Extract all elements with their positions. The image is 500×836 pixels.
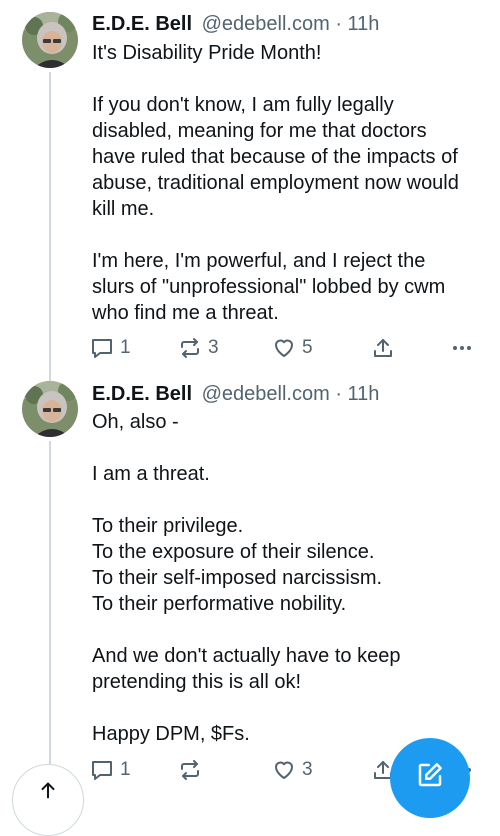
thread-connector-line — [49, 72, 51, 384]
arrow-up-icon — [37, 779, 59, 806]
text-line: slurs of "unprofessional" lobbed by cwm — [92, 276, 446, 298]
text-line: who find me a threat. — [92, 302, 279, 324]
heart-icon — [272, 758, 296, 782]
text-line: I'm here, I'm powerful, and I reject the — [92, 250, 426, 272]
post-paragraph: Oh, also - — [92, 409, 492, 435]
thread-post[interactable]: E.D.E. Bell @edebell.com · 11h It's Disa… — [0, 0, 500, 384]
post-actions: 1 3 5 — [90, 334, 490, 362]
like-count: 5 — [302, 337, 313, 358]
post-paragraph: It's Disability Pride Month! — [92, 40, 492, 66]
text-line: It's Disability Pride Month! — [92, 42, 322, 64]
post-paragraph: I'm here, I'm powerful, and I reject the… — [92, 248, 492, 326]
reply-count: 1 — [120, 337, 131, 358]
repost-icon — [178, 336, 202, 360]
author-handle[interactable]: @edebell.com — [202, 383, 330, 405]
text-line: pretending this is all ok! — [92, 671, 302, 693]
post-paragraph: I am a threat. — [92, 461, 492, 487]
more-options-button[interactable] — [450, 334, 474, 362]
post-header: E.D.E. Bell @edebell.com · 11h — [92, 12, 379, 36]
scroll-to-top-button[interactable] — [12, 764, 84, 836]
repost-count: 3 — [208, 337, 219, 358]
text-line: I am a threat. — [92, 463, 210, 485]
avatar[interactable] — [22, 12, 78, 68]
text-line: have ruled that because of the impacts o… — [92, 146, 458, 168]
reply-icon — [90, 336, 114, 360]
post-text: It's Disability Pride Month! If you don'… — [92, 40, 492, 326]
like-count: 3 — [302, 759, 313, 780]
author-name[interactable]: E.D.E. Bell — [92, 383, 192, 405]
text-line: disabled, meaning for me that doctors — [92, 120, 427, 142]
text-line: If you don't know, I am fully legally — [92, 94, 394, 116]
avatar[interactable] — [22, 381, 78, 437]
reply-button[interactable]: 1 — [90, 756, 131, 784]
post-text: Oh, also - I am a threat. To their privi… — [92, 409, 492, 747]
share-button[interactable] — [371, 334, 395, 362]
thread-connector-line — [49, 441, 51, 806]
text-line: To their self-imposed narcissism. — [92, 567, 383, 589]
heart-icon — [272, 336, 296, 360]
reply-icon — [90, 758, 114, 782]
like-button[interactable]: 3 — [272, 756, 313, 784]
share-icon — [371, 336, 395, 360]
like-button[interactable]: 5 — [272, 334, 313, 362]
text-line: Oh, also - — [92, 411, 179, 433]
text-line: To their privilege. — [92, 515, 244, 537]
post-timestamp[interactable]: 11h — [348, 13, 380, 35]
author-name[interactable]: E.D.E. Bell — [92, 13, 192, 35]
repost-icon — [178, 758, 202, 782]
text-line: abuse, traditional employment now would — [92, 172, 459, 194]
post-header: E.D.E. Bell @edebell.com · 11h — [92, 382, 379, 406]
text-line: To their performative nobility. — [92, 593, 347, 615]
compose-button[interactable] — [390, 738, 470, 818]
post-paragraph: If you don't know, I am fully legally di… — [92, 92, 492, 222]
text-line: kill me. — [92, 198, 155, 220]
more-icon — [450, 336, 474, 360]
reply-count: 1 — [120, 759, 131, 780]
header-separator: · — [335, 13, 342, 35]
reply-button[interactable]: 1 — [90, 334, 131, 362]
author-handle[interactable]: @edebell.com — [202, 13, 330, 35]
post-paragraph: And we don't actually have to keep prete… — [92, 643, 492, 695]
header-separator: · — [335, 383, 342, 405]
compose-icon — [415, 760, 445, 795]
text-line: And we don't actually have to keep — [92, 645, 401, 667]
repost-button[interactable] — [178, 756, 202, 784]
text-line: To the exposure of their silence. — [92, 541, 375, 563]
repost-button[interactable]: 3 — [178, 334, 219, 362]
post-timestamp[interactable]: 11h — [348, 383, 380, 405]
thread-post[interactable]: E.D.E. Bell @edebell.com · 11h Oh, also … — [0, 372, 500, 806]
post-paragraph: To their privilege. To the exposure of t… — [92, 513, 492, 617]
